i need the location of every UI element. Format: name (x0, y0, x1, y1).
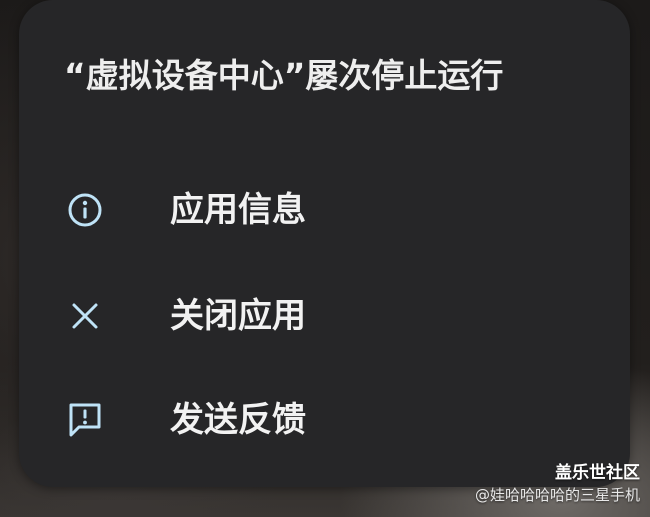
close-app-label: 关闭应用 (170, 296, 306, 336)
send-feedback-option[interactable]: 发送反馈 (19, 374, 630, 466)
watermark-brand: 盖乐世社区 (555, 463, 640, 483)
close-icon (65, 296, 105, 336)
dialog-title: “虚拟设备中心”屡次停止运行 (64, 56, 504, 95)
community-watermark: 盖乐世社区 @娃哈哈哈哈的三星手机 (475, 462, 640, 506)
app-not-responding-dialog: “虚拟设备中心”屡次停止运行 应用信息 关闭应用 发送反馈 (19, 0, 630, 487)
send-feedback-label: 发送反馈 (170, 400, 306, 440)
app-info-label: 应用信息 (170, 190, 306, 230)
watermark-author: @娃哈哈哈哈的三星手机 (474, 486, 640, 504)
feedback-icon (65, 400, 105, 440)
app-info-option[interactable]: 应用信息 (19, 164, 630, 256)
info-icon (65, 190, 105, 230)
close-app-option[interactable]: 关闭应用 (19, 270, 630, 362)
